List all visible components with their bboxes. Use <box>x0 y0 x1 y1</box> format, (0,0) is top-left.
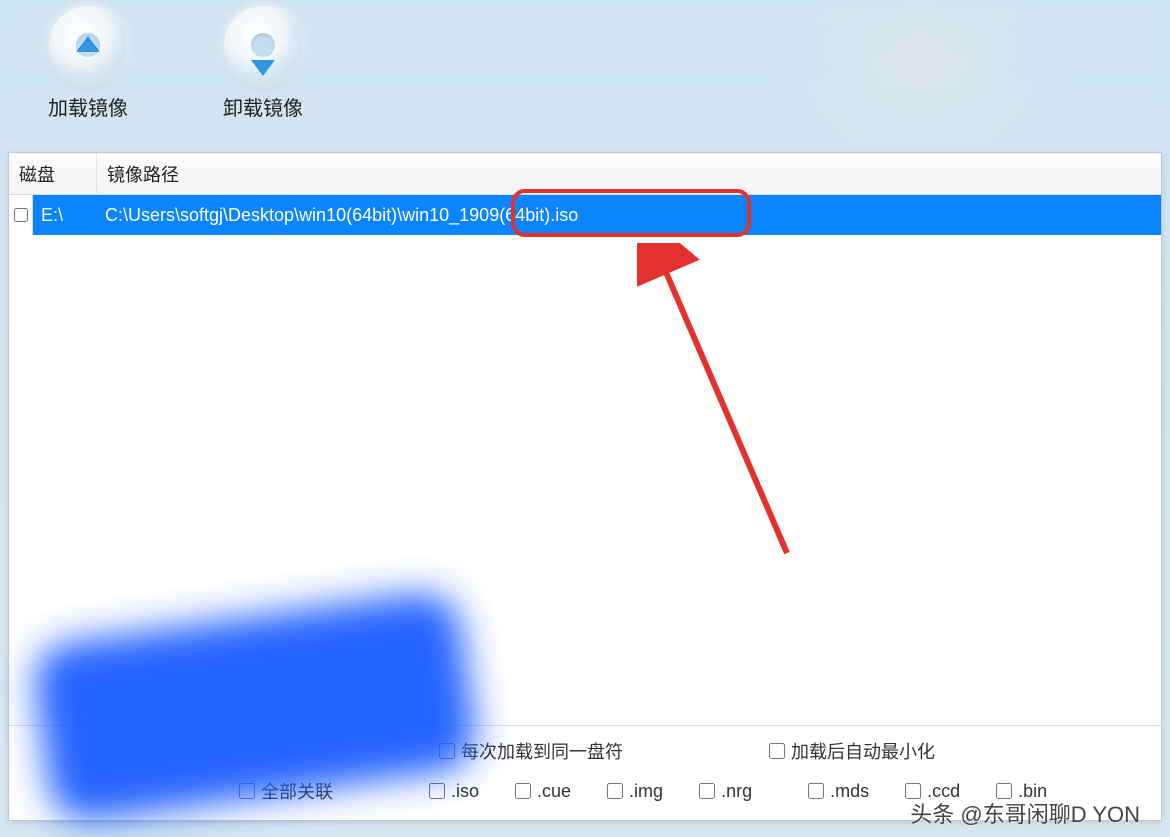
opt-iso-checkbox[interactable] <box>429 783 445 799</box>
opt-iso[interactable]: .iso <box>429 781 479 802</box>
opt-nrg[interactable]: .nrg <box>699 781 752 802</box>
opt-img-label: .img <box>629 781 663 802</box>
load-image-label: 加载镜像 <box>48 92 128 121</box>
opt-assoc-all-checkbox[interactable] <box>239 783 255 799</box>
col-header-path[interactable]: 镜像路径 <box>97 153 1161 194</box>
unload-image-button[interactable]: 卸载镜像 <box>203 6 323 146</box>
opt-nrg-checkbox[interactable] <box>699 783 715 799</box>
watermark-text: 头条 @东哥闲聊D YON <box>910 797 1140 829</box>
opt-same-drive[interactable]: 每次加载到同一盘符 <box>439 738 623 764</box>
opt-mds[interactable]: .mds <box>808 781 869 802</box>
row-checkbox-cell[interactable] <box>9 195 33 235</box>
opt-cue[interactable]: .cue <box>515 781 571 802</box>
opt-mds-label: .mds <box>830 781 869 802</box>
row-path-cell: C:\Users\softgj\Desktop\win10(64bit)\win… <box>97 205 1161 226</box>
opt-same-drive-label: 每次加载到同一盘符 <box>461 738 623 764</box>
opt-same-drive-checkbox[interactable] <box>439 743 455 759</box>
annotation-arrow-icon <box>637 243 817 573</box>
opt-img-checkbox[interactable] <box>607 783 623 799</box>
opt-cue-label: .cue <box>537 781 571 802</box>
row-checkbox[interactable] <box>14 208 28 222</box>
opt-cue-checkbox[interactable] <box>515 783 531 799</box>
opt-iso-label: .iso <box>451 781 479 802</box>
disc-unload-icon <box>224 6 302 84</box>
image-list-panel: 磁盘 镜像路径 E:\ C:\Users\softgj\Desktop\win1… <box>8 152 1162 821</box>
opt-img[interactable]: .img <box>607 781 663 802</box>
table-row[interactable]: E:\ C:\Users\softgj\Desktop\win10(64bit)… <box>9 195 1161 235</box>
row-disk-cell: E:\ <box>33 205 97 226</box>
disc-load-icon <box>49 6 127 84</box>
unload-image-label: 卸载镜像 <box>223 92 303 121</box>
column-headers: 磁盘 镜像路径 <box>9 153 1161 195</box>
opt-auto-minimize[interactable]: 加载后自动最小化 <box>769 738 935 764</box>
opt-nrg-label: .nrg <box>721 781 752 802</box>
opt-assoc-all[interactable]: 全部关联 <box>239 778 333 804</box>
opt-mds-checkbox[interactable] <box>808 783 824 799</box>
load-image-button[interactable]: 加载镜像 <box>28 6 148 146</box>
opt-assoc-all-label: 全部关联 <box>261 778 333 804</box>
opt-auto-minimize-checkbox[interactable] <box>769 743 785 759</box>
opt-auto-minimize-label: 加载后自动最小化 <box>791 738 935 764</box>
col-header-disk[interactable]: 磁盘 <box>9 153 97 194</box>
